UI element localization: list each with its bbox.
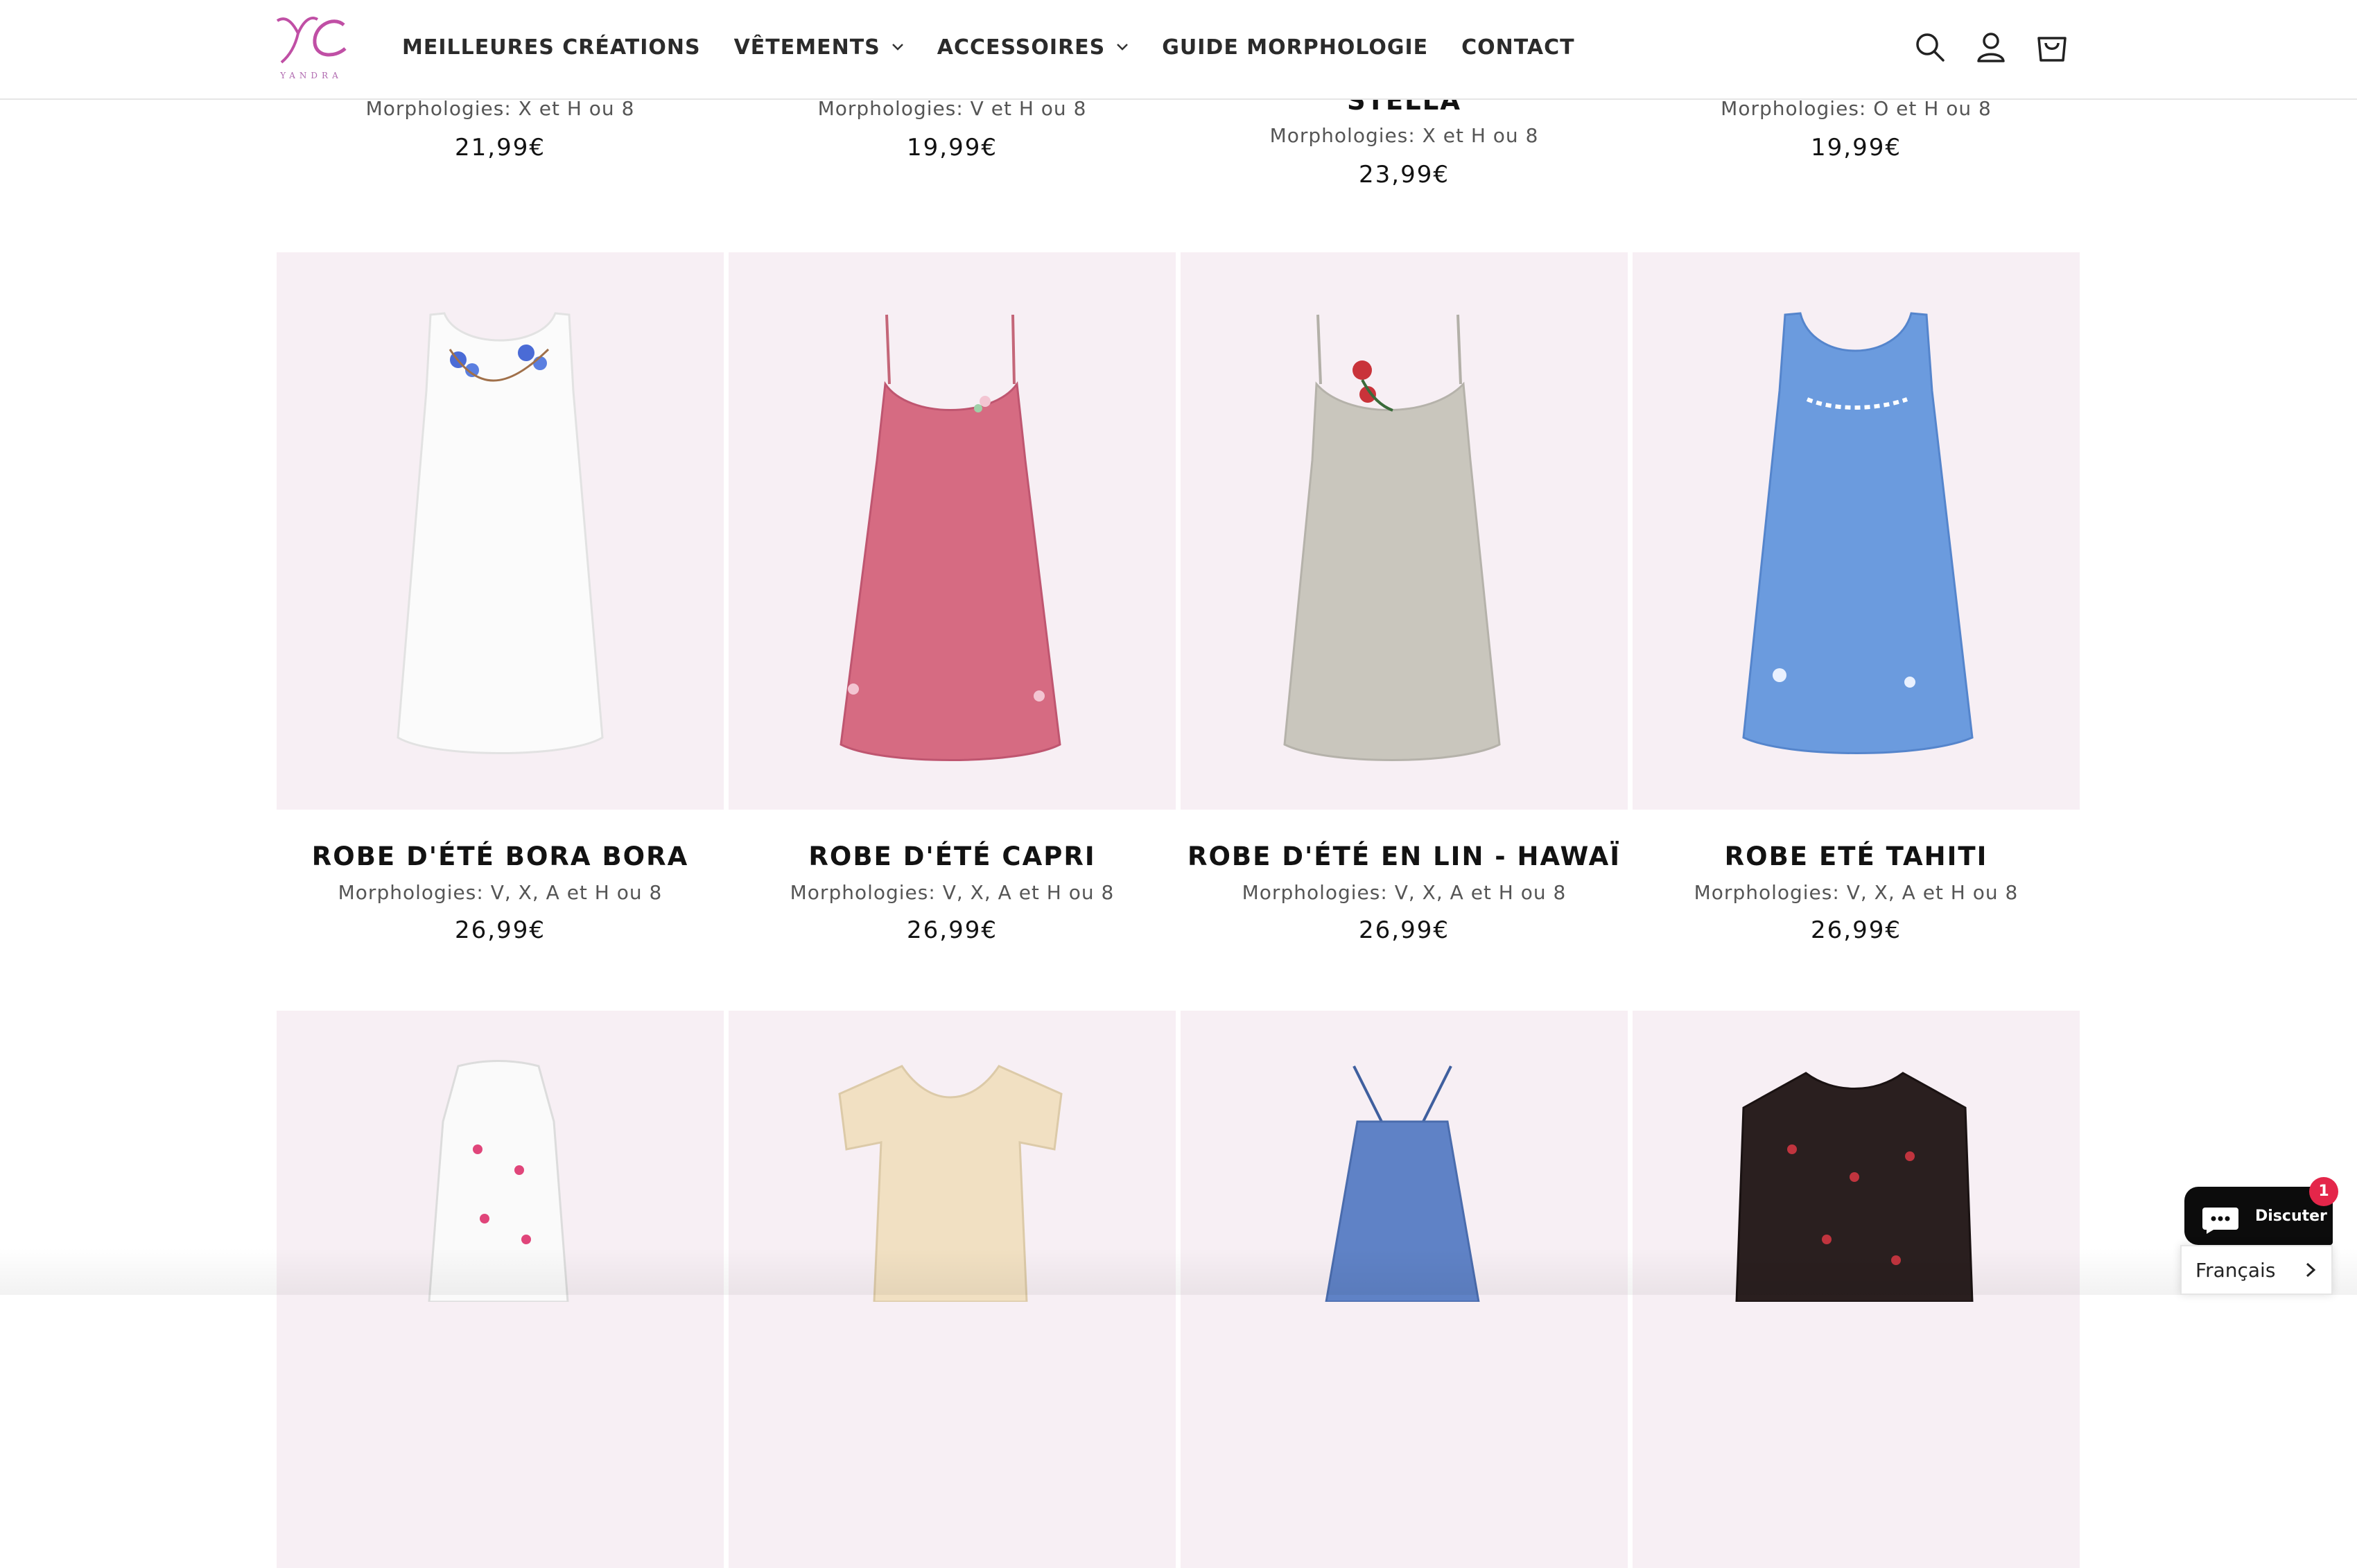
site-header: YANDRA MEILLEURES CRÉATIONS VÊTEMENTS AC…	[0, 0, 2357, 100]
nav-item-guide-morphologie[interactable]: GUIDE MORPHOLOGIE	[1162, 35, 1428, 60]
product-image[interactable]	[729, 252, 1176, 810]
product-card-capri[interactable]: ROBE D'ÉTÉ CAPRI Morphologies: V, X, A e…	[729, 252, 1176, 973]
product-title[interactable]: ROBE ETÉ TAHITI	[1633, 842, 2080, 871]
nav-item-vetements[interactable]: VÊTEMENTS	[734, 35, 904, 60]
search-button[interactable]	[1912, 28, 1948, 67]
brand-logo[interactable]: YANDRA	[272, 12, 351, 80]
product-morphologies: Morphologies: V et H ou 8	[817, 97, 1087, 120]
product-morphologies: Morphologies: X et H ou 8	[365, 97, 635, 120]
nav-label: GUIDE MORPHOLOGIE	[1162, 35, 1429, 60]
chevron-down-icon	[1117, 44, 1129, 51]
cart-icon	[2037, 37, 2067, 62]
product-price: 19,99€	[907, 134, 998, 162]
nav-label: ACCESSOIRES	[937, 35, 1106, 60]
product-image[interactable]	[1633, 252, 2080, 810]
product-card-bora-bora[interactable]: ROBE D'ÉTÉ BORA BORA Morphologies: V, X,…	[277, 252, 724, 973]
language-label: Français	[2195, 1258, 2276, 1282]
dress-illustration	[397, 312, 604, 754]
product-image[interactable]	[729, 1011, 1176, 1568]
dress-illustration	[1325, 1065, 1480, 1303]
dress-illustration	[428, 1060, 569, 1303]
account-button[interactable]	[1973, 28, 2009, 67]
product-title[interactable]: ROBE D'ÉTÉ CAPRI	[729, 842, 1176, 871]
product-image[interactable]	[1633, 1011, 2080, 1568]
dress-illustration	[840, 314, 1061, 761]
product-price: 26,99€	[1359, 916, 1450, 944]
product-morphologies: Morphologies: O et H ou 8	[1721, 97, 1992, 120]
product-price: 21,99€	[455, 134, 546, 162]
product-price: 23,99€	[1359, 161, 1450, 189]
nav-label: VÊTEMENTS	[733, 35, 880, 60]
product-image[interactable]	[1181, 252, 1628, 810]
product-morphologies: Morphologies: V, X, A et H ou 8	[1694, 881, 2019, 904]
product-price: 26,99€	[1811, 916, 1902, 944]
logo-monogram	[276, 17, 347, 64]
product-morphologies: Morphologies: V, X, A et H ou 8	[1242, 881, 1567, 904]
chat-notification-badge: 1	[2309, 1177, 2338, 1206]
product-card-hawai[interactable]: ROBE D'ÉTÉ EN LIN - HAWAÏ Morphologies: …	[1181, 252, 1628, 973]
dress-illustration	[1742, 312, 1974, 754]
product-price: 26,99€	[455, 916, 546, 944]
product-image[interactable]	[277, 1011, 724, 1568]
product-price: 26,99€	[907, 916, 998, 944]
product-card[interactable]	[277, 1011, 724, 1568]
chat-label: Discuter	[2255, 1208, 2327, 1225]
product-card[interactable]	[1633, 1011, 2080, 1568]
product-card[interactable]	[1181, 1011, 1628, 1568]
chevron-right-icon	[2306, 1262, 2316, 1278]
account-icon	[1977, 33, 2005, 62]
nav-label: CONTACT	[1461, 35, 1575, 60]
product-title[interactable]: ROBE D'ÉTÉ BORA BORA	[277, 842, 724, 871]
main-nav: MEILLEURES CRÉATIONS VÊTEMENTS ACCESSOIR…	[402, 31, 1608, 64]
language-selector[interactable]: Français	[2180, 1245, 2333, 1295]
dress-illustration	[1283, 314, 1501, 761]
product-image[interactable]	[1181, 1011, 1628, 1568]
nav-item-contact[interactable]: CONTACT	[1461, 35, 1574, 60]
product-card[interactable]	[729, 1011, 1176, 1568]
nav-label: MEILLEURES CRÉATIONS	[402, 35, 701, 60]
search-icon	[1916, 33, 1945, 62]
product-morphologies: Morphologies: V, X, A et H ou 8	[338, 881, 663, 904]
product-price: 19,99€	[1811, 134, 1902, 162]
product-card-tahiti[interactable]: ROBE ETÉ TAHITI Morphologies: V, X, A et…	[1633, 252, 2080, 973]
chat-bubble-icon	[2202, 1208, 2238, 1234]
dress-illustration	[838, 1065, 1063, 1303]
cart-button[interactable]	[2034, 28, 2070, 67]
product-title[interactable]: ROBE D'ÉTÉ EN LIN - HAWAÏ	[1181, 842, 1628, 871]
product-morphologies: Morphologies: X et H ou 8	[1269, 124, 1539, 147]
brand-wordmark: YANDRA	[280, 71, 342, 80]
product-morphologies: Morphologies: V, X, A et H ou 8	[790, 881, 1115, 904]
nav-item-meilleures-creations[interactable]: MEILLEURES CRÉATIONS	[402, 35, 701, 60]
dress-illustration	[1735, 1072, 1974, 1303]
nav-item-accessoires[interactable]: ACCESSOIRES	[937, 35, 1129, 60]
product-image[interactable]	[277, 252, 724, 810]
chevron-down-icon	[892, 44, 903, 51]
header-actions	[1912, 28, 2095, 67]
